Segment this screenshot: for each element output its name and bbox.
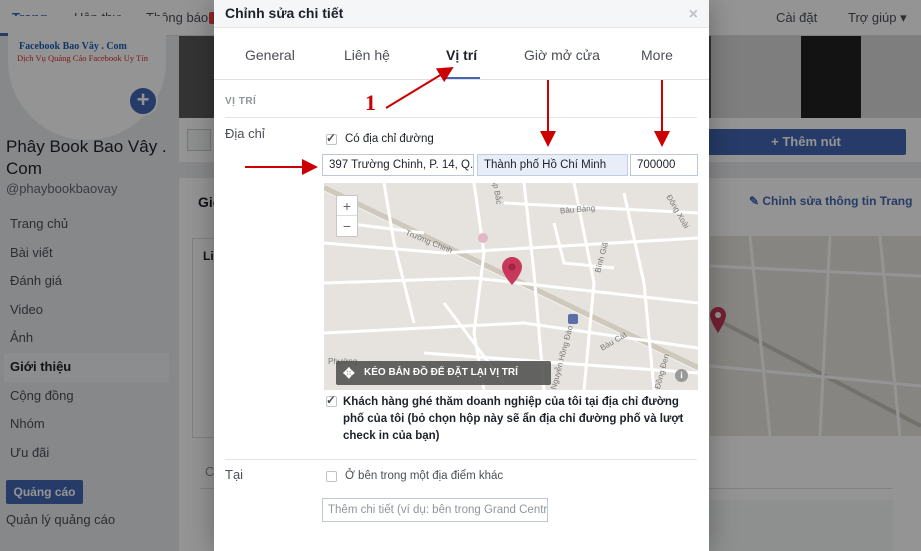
move-icon: ✥: [343, 365, 355, 381]
section-title: VỊ TRÍ: [225, 96, 257, 107]
inside-other-place-checkbox[interactable]: [326, 471, 337, 482]
has-street-address-label: Có địa chỉ đường: [345, 133, 434, 145]
customers-visit-checkbox[interactable]: [326, 393, 337, 407]
customers-visit-label: Khách hàng ghé thăm doanh nghiệp của tôi…: [343, 396, 684, 442]
close-icon[interactable]: ×: [689, 6, 698, 24]
dialog-title: Chỉnh sửa chi tiết: [225, 5, 344, 21]
drag-map-hint-text: KÉO BẢN ĐỒ ĐỂ ĐẶT LẠI VỊ TRÍ: [364, 367, 518, 378]
drag-map-hint: ✥ KÉO BẢN ĐỒ ĐỂ ĐẶT LẠI VỊ TRÍ: [336, 361, 551, 385]
map-streets: [324, 183, 698, 390]
inside-other-place-label: Ở bên trong một địa điểm khác: [345, 470, 504, 482]
tab-general[interactable]: General: [245, 47, 295, 63]
zoom-in-button[interactable]: +: [337, 196, 357, 216]
active-tab-underline: [444, 77, 480, 79]
city-input[interactable]: Thành phố Hồ Chí Minh: [477, 154, 628, 176]
divider: [225, 117, 697, 118]
annotation-number: 1: [365, 90, 376, 115]
tab-contact[interactable]: Liên hệ: [344, 47, 390, 63]
info-icon[interactable]: i: [675, 369, 688, 382]
divider: [225, 459, 697, 460]
zip-code-input[interactable]: 700000: [630, 154, 698, 176]
map-zoom-control: + −: [336, 195, 358, 237]
address-label: Địa chỉ: [225, 126, 265, 141]
dialog-header: Chỉnh sửa chi tiết ×: [214, 0, 709, 28]
at-label: Tại: [225, 467, 244, 482]
street-address-input[interactable]: 397 Trường Chinh, P. 14, Q.: [322, 154, 474, 176]
location-pin-icon[interactable]: [501, 256, 523, 286]
dialog-tabs: General Liên hệ Vị trí Giờ mở cửa More: [214, 28, 709, 80]
zoom-out-button[interactable]: −: [337, 216, 357, 236]
tab-location[interactable]: Vị trí: [446, 47, 477, 63]
location-map[interactable]: Trường Chinh Bàu Bàng Ấp Bắc Đông Xoài B…: [324, 183, 698, 390]
has-street-address-checkbox[interactable]: [326, 131, 337, 145]
tab-more[interactable]: More: [641, 47, 673, 63]
tab-hours[interactable]: Giờ mở cửa: [524, 47, 600, 63]
location-detail-input[interactable]: Thêm chi tiết (ví dụ: bên trong Grand Ce…: [322, 498, 548, 522]
edit-details-dialog: Chỉnh sửa chi tiết × General Liên hệ Vị …: [214, 0, 709, 551]
